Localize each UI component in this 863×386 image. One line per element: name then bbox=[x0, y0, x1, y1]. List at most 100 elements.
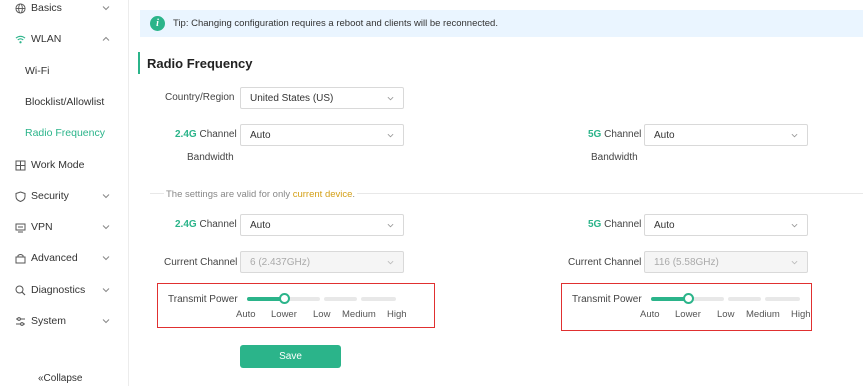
section-accent-bar bbox=[138, 52, 140, 74]
slider-thumb[interactable] bbox=[279, 293, 290, 304]
sidebar-item-radio-frequency[interactable]: Radio Frequency bbox=[0, 121, 122, 145]
sidebar-item-wifi[interactable]: Wi-Fi bbox=[0, 59, 122, 83]
transmit-power-24g-label: Transmit Power bbox=[168, 294, 238, 305]
chevron-down-icon bbox=[791, 260, 798, 265]
chevron-up-icon bbox=[102, 36, 110, 41]
tip-banner: i Tip: Changing configuration requires a… bbox=[140, 10, 863, 37]
select-value: Auto bbox=[654, 219, 675, 231]
slider-thumb[interactable] bbox=[683, 293, 694, 304]
chevron-down-icon bbox=[102, 194, 110, 199]
grid-icon bbox=[15, 160, 26, 171]
slider-segment bbox=[324, 297, 357, 301]
note-suffix: . bbox=[352, 189, 356, 200]
slider-segment bbox=[691, 297, 724, 301]
chevron-down-icon bbox=[102, 6, 110, 11]
sidebar-item-work-mode[interactable]: Work Mode bbox=[0, 153, 122, 177]
channel-24g-label: 2.4G Channel bbox=[175, 219, 237, 230]
chevron-down-icon bbox=[102, 288, 110, 293]
bandwidth-5g-label-2: Bandwidth bbox=[591, 152, 638, 163]
collapse-button[interactable]: «Collapse bbox=[38, 373, 82, 384]
transmit-power-5g-label: Transmit Power bbox=[572, 294, 642, 305]
chevron-down-icon bbox=[387, 133, 394, 138]
slider-segment bbox=[287, 297, 320, 301]
tx-level-label[interactable]: Lower bbox=[675, 309, 701, 320]
wifi-icon bbox=[15, 34, 26, 45]
chevron-down-icon bbox=[102, 319, 110, 324]
bandwidth-24g-label: 2.4G Channel bbox=[175, 129, 237, 140]
advanced-icon bbox=[15, 253, 26, 264]
select-value: 6 (2.437GHz) bbox=[250, 256, 311, 268]
tx-level-label[interactable]: Medium bbox=[746, 309, 780, 320]
bandwidth-24g-label-2: Bandwidth bbox=[187, 152, 234, 163]
chevron-down-icon bbox=[791, 133, 798, 138]
current-channel-24g-label: Current Channel bbox=[164, 257, 238, 268]
chevron-down-icon bbox=[387, 260, 394, 265]
current-channel-5g-select: 116 (5.58GHz) bbox=[644, 251, 808, 273]
band-24g-tag: 2.4G bbox=[175, 219, 197, 230]
band-5g-tag: 5G bbox=[588, 129, 602, 140]
chevron-down-icon bbox=[102, 225, 110, 230]
channel-5g-label-text: Channel bbox=[601, 219, 642, 230]
chevron-down-icon bbox=[791, 223, 798, 228]
sidebar-item-advanced[interactable]: Advanced bbox=[0, 246, 122, 270]
country-region-select[interactable]: United States (US) bbox=[240, 87, 404, 109]
bandwidth-24g-label-text: Channel bbox=[196, 129, 237, 140]
sidebar-item-system[interactable]: System bbox=[0, 309, 122, 333]
band-5g-tag: 5G bbox=[588, 219, 602, 230]
save-button[interactable]: Save bbox=[240, 345, 341, 368]
tx-level-label[interactable]: Medium bbox=[342, 309, 376, 320]
sidebar-item-label: System bbox=[31, 315, 67, 327]
sidebar-item-wlan[interactable]: WLAN bbox=[0, 27, 122, 51]
sidebar-item-label: Diagnostics bbox=[31, 284, 86, 296]
tx-level-label[interactable]: High bbox=[791, 309, 811, 320]
sidebar-item-security[interactable]: Security bbox=[0, 184, 122, 208]
bandwidth-5g-label: 5G Channel bbox=[588, 129, 641, 140]
bandwidth-24g-select[interactable]: Auto bbox=[240, 124, 404, 146]
current-channel-5g-label: Current Channel bbox=[568, 257, 642, 268]
sidebar-item-basics[interactable]: Basics bbox=[0, 0, 122, 20]
channel-24g-select[interactable]: Auto bbox=[240, 214, 404, 236]
sidebar: Basics WLAN Wi-Fi Blocklist/Allowlist Ra… bbox=[0, 0, 122, 386]
vpn-icon bbox=[15, 222, 26, 233]
shield-icon bbox=[15, 190, 26, 202]
sidebar-item-diagnostics[interactable]: Diagnostics bbox=[0, 278, 122, 302]
highlight-box-24g bbox=[157, 283, 435, 328]
tx-level-label[interactable]: High bbox=[387, 309, 407, 320]
sidebar-item-label: Blocklist/Allowlist bbox=[25, 96, 105, 108]
sidebar-item-label: Work Mode bbox=[31, 159, 85, 171]
channel-24g-label-text: Channel bbox=[196, 219, 237, 230]
tx-level-label[interactable]: Auto bbox=[640, 309, 660, 320]
note-highlight: current device bbox=[292, 189, 353, 200]
select-value: United States (US) bbox=[250, 92, 334, 104]
note-prefix: The settings are valid for only bbox=[166, 189, 293, 200]
chevron-down-icon bbox=[102, 256, 110, 261]
country-region-label: Country/Region bbox=[165, 92, 235, 103]
bandwidth-5g-label-text: Channel bbox=[601, 129, 642, 140]
channel-5g-label: 5G Channel bbox=[588, 219, 641, 230]
sidebar-item-vpn[interactable]: VPN bbox=[0, 215, 122, 239]
sidebar-item-label: Basics bbox=[31, 2, 62, 14]
sidebar-item-label: WLAN bbox=[31, 33, 62, 45]
highlight-box-5g bbox=[561, 283, 812, 331]
channel-5g-select[interactable]: Auto bbox=[644, 214, 808, 236]
current-channel-24g-select: 6 (2.437GHz) bbox=[240, 251, 404, 273]
page-title: Radio Frequency bbox=[147, 56, 253, 71]
info-icon: i bbox=[150, 16, 165, 31]
select-value: Auto bbox=[654, 129, 675, 141]
select-value: Auto bbox=[250, 219, 271, 231]
tx-level-label[interactable]: Auto bbox=[236, 309, 256, 320]
bandwidth-5g-select[interactable]: Auto bbox=[644, 124, 808, 146]
sidebar-item-blocklist[interactable]: Blocklist/Allowlist bbox=[0, 90, 122, 114]
device-note: The settings are valid for only current … bbox=[164, 189, 358, 200]
band-24g-tag: 2.4G bbox=[175, 129, 197, 140]
sidebar-item-label: Advanced bbox=[31, 252, 78, 264]
tx-level-label[interactable]: Low bbox=[313, 309, 330, 320]
slider-segment bbox=[765, 297, 800, 301]
slider-segment bbox=[361, 297, 396, 301]
tx-level-label[interactable]: Lower bbox=[271, 309, 297, 320]
tip-text: Tip: Changing configuration requires a r… bbox=[173, 18, 498, 29]
sidebar-item-label: VPN bbox=[31, 221, 53, 233]
tx-level-label[interactable]: Low bbox=[717, 309, 734, 320]
diagnostics-icon bbox=[15, 285, 26, 296]
sidebar-divider bbox=[128, 0, 129, 386]
